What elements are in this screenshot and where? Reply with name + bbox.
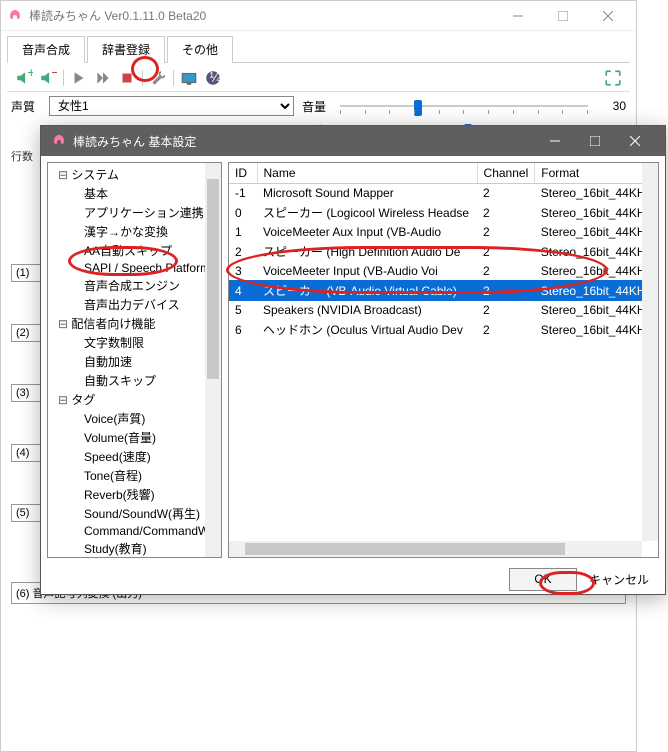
cancel-button[interactable]: キャンセル: [585, 568, 653, 591]
tree-item[interactable]: 音声合成エンジン: [50, 276, 219, 295]
tree-item[interactable]: Study(教育): [50, 539, 219, 558]
dialog-maximize-button[interactable]: [575, 127, 615, 155]
volume-value: 30: [596, 99, 626, 113]
wrench-icon[interactable]: [149, 69, 167, 87]
ok-button[interactable]: OK: [509, 568, 577, 591]
settings-dialog: 棒読みちゃん 基本設定 ⊟ システム 基本 アプリケーション連携 漢字→かな変換…: [40, 125, 666, 595]
dialog-minimize-button[interactable]: [535, 127, 575, 155]
tree-item[interactable]: Command/CommandW: [50, 523, 219, 539]
expand-icon[interactable]: [604, 69, 622, 87]
badge-icon[interactable]: ¼: [204, 69, 222, 87]
rows-label: 行数: [11, 151, 33, 163]
close-button[interactable]: [585, 2, 630, 30]
tree-item-audio-output[interactable]: 音声出力デバイス: [50, 295, 219, 314]
svg-text:+: +: [27, 69, 33, 80]
table-row[interactable]: 3VoiceMeeter Input (VB-Audio Voi2Stereo_…: [229, 262, 658, 280]
col-format[interactable]: Format: [535, 163, 658, 184]
stop-icon[interactable]: [118, 69, 136, 87]
volume-label: 音量: [302, 98, 332, 115]
svg-text:−: −: [51, 69, 57, 80]
col-channel[interactable]: Channel: [477, 163, 535, 184]
tree-item[interactable]: Reverb(残響): [50, 485, 219, 504]
tree-item[interactable]: Voice(声質): [50, 409, 219, 428]
dialog-close-button[interactable]: [615, 127, 655, 155]
tree-broadcast[interactable]: ⊟ 配信者向け機能: [50, 314, 219, 333]
forward-icon[interactable]: [94, 69, 112, 87]
col-id[interactable]: ID: [229, 163, 257, 184]
dialog-icon: [51, 133, 67, 149]
table-row[interactable]: -1Microsoft Sound Mapper2Stereo_16bit_44…: [229, 184, 658, 203]
main-title: 棒読みちゃん Ver0.1.11.0 Beta20: [29, 7, 495, 24]
minimize-button[interactable]: [495, 2, 540, 30]
separator: [173, 70, 174, 86]
table-row[interactable]: 0スピーカー (Logicool Wireless Headse2Stereo_…: [229, 202, 658, 223]
dialog-body: ⊟ システム 基本 アプリケーション連携 漢字→かな変換 AA自動スキップ SA…: [41, 156, 665, 564]
tab-dict[interactable]: 辞書登録: [87, 36, 165, 63]
separator: [63, 70, 64, 86]
table-scrollbar-h[interactable]: [229, 541, 642, 557]
tree-item[interactable]: Speed(速度): [50, 447, 219, 466]
dialog-title: 棒読みちゃん 基本設定: [73, 133, 535, 150]
toolbar: + − ¼: [7, 65, 630, 92]
tree-item[interactable]: Sound/SoundW(再生): [50, 504, 219, 523]
table-row[interactable]: 4スピーカー (VB-Audio Virtual Cable)2Stereo_1…: [229, 280, 658, 301]
tab-other[interactable]: その他: [167, 36, 233, 63]
device-table: ID Name Channel Format -1Microsoft Sound…: [229, 163, 658, 340]
separator: [142, 70, 143, 86]
main-titlebar: 棒読みちゃん Ver0.1.11.0 Beta20: [1, 1, 636, 31]
maximize-button[interactable]: [540, 2, 585, 30]
device-table-wrap: ID Name Channel Format -1Microsoft Sound…: [228, 162, 659, 558]
tree-tag[interactable]: ⊟ タグ: [50, 390, 219, 409]
svg-text:¼: ¼: [210, 69, 222, 84]
app-icon: [7, 8, 23, 24]
tree-item[interactable]: Tone(音程): [50, 466, 219, 485]
tree-item[interactable]: 文字数制限: [50, 333, 219, 352]
tree-scrollbar[interactable]: [205, 163, 221, 557]
dialog-titlebar: 棒読みちゃん 基本設定: [41, 126, 665, 156]
voice-label: 声質: [11, 98, 41, 115]
tree-item[interactable]: 自動加速: [50, 352, 219, 371]
speak-remove-icon[interactable]: −: [39, 69, 57, 87]
table-row[interactable]: 1VoiceMeeter Aux Input (VB-Audio2Stereo_…: [229, 223, 658, 241]
voice-select[interactable]: 女性1: [49, 96, 294, 116]
tree-item[interactable]: アプリケーション連携: [50, 203, 219, 222]
tree-item[interactable]: Volume(音量): [50, 428, 219, 447]
settings-tree[interactable]: ⊟ システム 基本 アプリケーション連携 漢字→かな変換 AA自動スキップ SA…: [47, 162, 222, 558]
table-row[interactable]: 5Speakers (NVIDIA Broadcast)2Stereo_16bi…: [229, 301, 658, 319]
table-row[interactable]: 2スピーカー (High Definition Audio De2Stereo_…: [229, 241, 658, 262]
table-row[interactable]: 6ヘッドホン (Oculus Virtual Audio Dev2Stereo_…: [229, 319, 658, 340]
voice-row: 声質 女性1 音量 30: [1, 92, 636, 120]
tree-item[interactable]: 自動スキップ: [50, 371, 219, 390]
play-icon[interactable]: [70, 69, 88, 87]
monitor-icon[interactable]: [180, 69, 198, 87]
speak-add-icon[interactable]: +: [15, 69, 33, 87]
tree-item[interactable]: 基本: [50, 184, 219, 203]
table-scrollbar-v[interactable]: [642, 163, 658, 541]
volume-slider[interactable]: [340, 96, 588, 116]
dialog-buttons: OK キャンセル: [41, 564, 665, 595]
tab-synth[interactable]: 音声合成: [7, 36, 85, 63]
tree-system[interactable]: ⊟ システム: [50, 165, 219, 184]
main-tabs: 音声合成 辞書登録 その他: [7, 35, 630, 63]
col-name[interactable]: Name: [257, 163, 477, 184]
window-buttons: [495, 2, 630, 30]
tree-item[interactable]: AA自動スキップ: [50, 241, 219, 260]
tree-item[interactable]: 漢字→かな変換: [50, 222, 219, 241]
tree-item[interactable]: SAPI / Speech Platform: [50, 260, 219, 276]
